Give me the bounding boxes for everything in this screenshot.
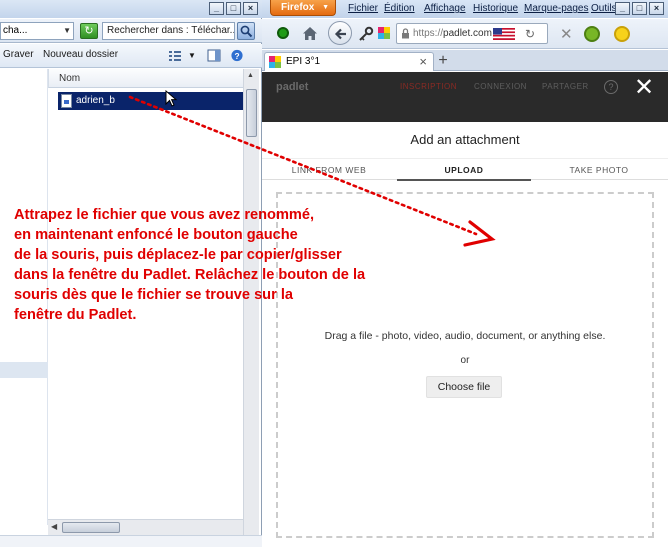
preview-pane-icon[interactable] — [207, 49, 221, 62]
status-indicator-icon — [277, 27, 289, 39]
search-input[interactable]: Rechercher dans : Téléchar... — [102, 22, 235, 40]
or-separator: or — [460, 355, 470, 366]
vertical-scrollbar[interactable]: ▲ — [243, 69, 259, 537]
search-button[interactable] — [237, 22, 255, 40]
login-link[interactable]: CONNEXION — [474, 82, 527, 91]
tab-bar: EPI 3°1 × + — [262, 50, 668, 71]
reload-icon[interactable]: ↻ — [525, 27, 535, 41]
minimize-button[interactable]: _ — [615, 2, 630, 15]
close-button[interactable]: × — [243, 2, 258, 15]
drop-instructions: Drag a file - photo, video, audio, docum… — [324, 330, 606, 342]
dialog-tabs: LINK FROM WEB UPLOAD TAKE PHOTO — [262, 158, 668, 181]
new-tab-button[interactable]: + — [432, 52, 454, 71]
menu-item-outils[interactable]: Outils — [591, 3, 617, 14]
maximize-button[interactable]: □ — [632, 2, 647, 15]
padlet-logo[interactable]: padlet — [276, 81, 308, 93]
menu-item-historique[interactable]: Historique — [473, 3, 518, 14]
column-header-name[interactable]: Nom — [48, 69, 244, 88]
chevron-down-icon[interactable]: ▼ — [188, 51, 196, 60]
explorer-status-bar — [0, 535, 262, 547]
url-host: padlet.com — [443, 28, 492, 39]
scrollbar-thumb[interactable] — [246, 89, 257, 137]
back-arrow-icon — [334, 28, 346, 40]
firefox-menu-label: Firefox — [281, 2, 315, 13]
attachment-dialog: Add an attachment LINK FROM WEB UPLOAD T… — [262, 122, 668, 547]
maximize-button[interactable]: □ — [226, 2, 241, 15]
tab-title: EPI 3°1 — [286, 56, 321, 67]
share-link[interactable]: PARTAGER — [542, 82, 589, 91]
chevron-down-icon[interactable]: ▼ — [63, 23, 71, 39]
choose-file-button[interactable]: Choose file — [426, 376, 502, 398]
tab-epi[interactable]: EPI 3°1 × — [264, 52, 434, 71]
address-path-field[interactable]: cha... ▼ — [0, 22, 74, 40]
tab-close-icon[interactable]: × — [419, 54, 427, 69]
menu-item-affichage[interactable]: Affichage — [424, 3, 466, 14]
search-icon — [240, 25, 253, 38]
url-scheme: https:// — [413, 28, 444, 39]
file-explorer-window: _ □ × cha... ▼ ↻ Rechercher dans : Téléc… — [0, 0, 262, 547]
file-drop-zone[interactable]: Drag a file - photo, video, audio, docum… — [276, 192, 654, 538]
scroll-left-icon[interactable]: ◀ — [51, 522, 57, 531]
refresh-button[interactable]: ↻ — [80, 23, 98, 39]
home-icon[interactable] — [302, 26, 318, 41]
extension-green-icon[interactable] — [584, 26, 600, 42]
dialog-title: Add an attachment — [410, 132, 520, 147]
scroll-up-icon[interactable]: ▲ — [247, 72, 254, 79]
view-options-icon[interactable] — [168, 49, 182, 62]
mouse-cursor-icon — [165, 90, 178, 107]
search-placeholder: Rechercher dans : Téléchar... — [107, 25, 235, 36]
signup-link[interactable]: INSCRIPTION — [400, 82, 457, 91]
padlet-header: padlet INSCRIPTION CONNEXION PARTAGER ? … — [262, 72, 668, 122]
refresh-icon: ↻ — [84, 25, 94, 37]
minimize-button[interactable]: _ — [209, 2, 224, 15]
chevron-down-icon: ▼ — [322, 4, 329, 11]
firefox-title-bar: Firefox ▼ Fichier Édition Affichage Hist… — [262, 0, 668, 18]
url-text: https://padlet.com — [413, 28, 492, 39]
extension-yellow-icon[interactable] — [614, 26, 630, 42]
stop-icon[interactable]: ✕ — [560, 25, 573, 43]
firefox-menu-button[interactable]: Firefox ▼ — [270, 0, 336, 16]
navigation-toolbar: https://padlet.com ↻ ✕ — [262, 19, 668, 49]
navigation-pane — [0, 69, 48, 525]
explorer-toolbar: Graver Nouveau dossier ▼ ? — [0, 44, 262, 68]
file-item-selected[interactable]: adrien_b — [58, 92, 244, 110]
help-icon[interactable]: ? — [230, 49, 244, 62]
column-header-label: Nom — [59, 73, 81, 84]
tab-link-from-web[interactable]: LINK FROM WEB — [262, 159, 396, 181]
us-flag-icon[interactable] — [493, 28, 515, 40]
menu-item-edition[interactable]: Édition — [384, 3, 415, 14]
burn-button[interactable]: Graver — [3, 49, 34, 60]
close-icon[interactable]: ✕ — [634, 74, 654, 102]
file-name: adrien_b — [76, 95, 115, 106]
lock-icon — [402, 28, 409, 39]
padlet-favicon-icon — [269, 56, 281, 68]
back-button[interactable] — [328, 21, 352, 45]
firefox-window: Firefox ▼ Fichier Édition Affichage Hist… — [262, 0, 668, 547]
help-icon[interactable]: ? — [604, 80, 618, 94]
padlet-favicon-icon — [378, 27, 390, 39]
explorer-title-bar: _ □ × — [0, 0, 262, 18]
explorer-address-bar: cha... ▼ ↻ Rechercher dans : Téléchar... — [0, 19, 262, 43]
menu-item-marque-pages[interactable]: Marque-pages — [524, 3, 588, 14]
url-bar[interactable]: https://padlet.com ↻ — [396, 23, 548, 44]
tab-take-photo[interactable]: TAKE PHOTO — [532, 159, 666, 181]
document-icon — [61, 94, 72, 108]
address-path-text: cha... — [3, 25, 28, 36]
tab-upload[interactable]: UPLOAD — [397, 159, 531, 181]
svg-text:?: ? — [234, 51, 239, 61]
menu-item-fichier[interactable]: Fichier — [348, 3, 378, 14]
close-button[interactable]: × — [649, 2, 664, 15]
new-folder-button[interactable]: Nouveau dossier — [43, 49, 118, 60]
horizontal-scrollbar[interactable]: ◀ — [48, 519, 243, 535]
navigation-pane-divider — [0, 362, 48, 378]
scrollbar-thumb[interactable] — [62, 522, 120, 533]
key-icon[interactable] — [358, 26, 374, 42]
